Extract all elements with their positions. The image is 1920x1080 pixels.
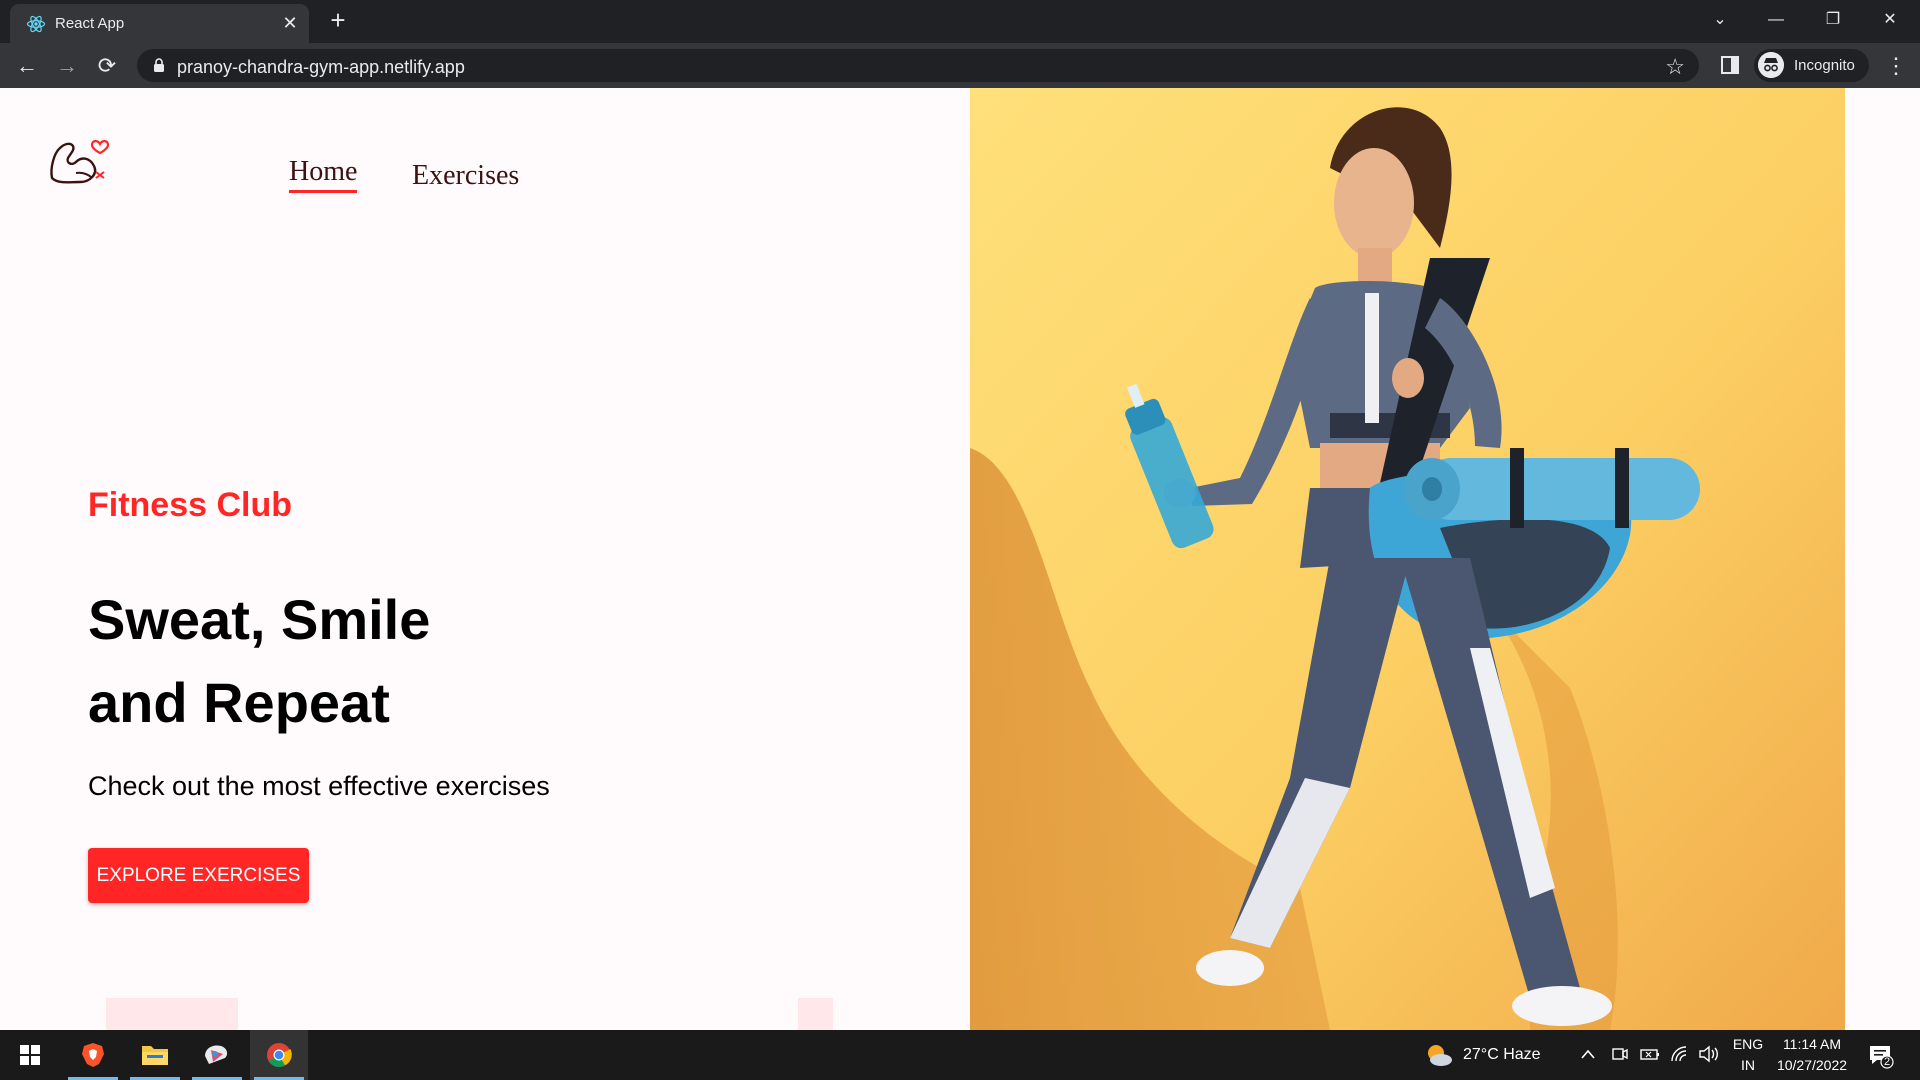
tab-title: React App: [55, 15, 125, 32]
browser-tab[interactable]: React App ✕: [10, 4, 309, 43]
reload-button[interactable]: ⟳: [92, 51, 122, 81]
browser-menu-icon[interactable]: ⋮: [1884, 51, 1908, 81]
incognito-label: Incognito: [1794, 57, 1855, 74]
page-viewport: Home Exercises Fitness Club Sweat, Smile…: [0, 88, 1920, 1030]
decorative-block: [798, 998, 833, 1030]
chevron-up-icon[interactable]: [1580, 1048, 1596, 1060]
taskbar-brave-app[interactable]: [64, 1030, 122, 1080]
browser-toolbar: ← → ⟳ pranoy-chandra-gym-app.netlify.app…: [0, 43, 1920, 88]
taskbar-app[interactable]: [188, 1030, 246, 1080]
close-window-button[interactable]: ✕: [1870, 6, 1910, 34]
taskbar-chrome-app[interactable]: [250, 1030, 308, 1080]
folder-icon: [142, 1046, 168, 1065]
restore-button[interactable]: ❐: [1813, 6, 1853, 34]
nav-home-link[interactable]: Home: [289, 156, 358, 193]
decorative-block: [106, 998, 238, 1030]
hero-title-line2: and Repeat: [88, 671, 390, 734]
keyboard-layout[interactable]: IN: [1730, 1057, 1766, 1073]
nav-exercises-link[interactable]: Exercises: [412, 160, 519, 192]
bookmark-star-icon[interactable]: ☆: [1665, 54, 1685, 80]
new-tab-button[interactable]: +: [325, 7, 351, 34]
back-button[interactable]: ←: [12, 51, 42, 81]
volume-icon[interactable]: [1698, 1045, 1720, 1063]
incognito-profile-button[interactable]: Incognito: [1754, 49, 1869, 82]
hero-banner-image: [970, 88, 1845, 1030]
chrome-icon: [267, 1043, 292, 1068]
weather-text[interactable]: 27°C Haze: [1463, 1046, 1541, 1064]
windows-start-icon[interactable]: [20, 1045, 40, 1065]
forward-button[interactable]: →: [52, 51, 82, 81]
taskbar-file-explorer-app[interactable]: [126, 1030, 184, 1080]
battery-icon[interactable]: [1640, 1045, 1660, 1063]
language-indicator[interactable]: ENG: [1730, 1036, 1766, 1052]
tab-close-icon[interactable]: ✕: [280, 13, 300, 33]
hero-subtitle: Fitness Club: [88, 486, 293, 524]
meet-icon[interactable]: [1612, 1045, 1628, 1063]
minimize-button[interactable]: —: [1756, 6, 1796, 34]
app-icon: [205, 1045, 228, 1064]
explore-exercises-button[interactable]: Explore Exercises: [88, 848, 309, 903]
gym-logo-icon[interactable]: [46, 128, 112, 194]
clock-time[interactable]: 11:14 AM: [1770, 1036, 1854, 1052]
tab-search-icon[interactable]: ⌄: [1700, 6, 1740, 34]
hero-title-line1: Sweat, Smile: [88, 588, 431, 651]
incognito-icon: [1758, 52, 1784, 78]
url-text: pranoy-chandra-gym-app.netlify.app: [177, 57, 465, 77]
address-bar[interactable]: pranoy-chandra-gym-app.netlify.app ☆: [137, 49, 1699, 82]
brave-icon: [82, 1043, 104, 1067]
hero-description: Check out the most effective exercises: [88, 771, 550, 801]
clock-date[interactable]: 10/27/2022: [1770, 1057, 1854, 1073]
windows-taskbar: 27°C Haze ENG IN 11:14 AM 10/27/2022 2: [0, 1030, 1920, 1080]
side-panel-icon[interactable]: [1720, 55, 1740, 75]
wifi-icon[interactable]: [1670, 1045, 1690, 1063]
notification-count: 2: [1883, 1056, 1891, 1068]
hero-title: Sweat, Smile and Repeat: [88, 578, 788, 744]
react-icon: [26, 15, 46, 33]
weather-icon[interactable]: [1425, 1043, 1453, 1067]
browser-tabstrip: React App ✕ + ⌄ — ❐ ✕: [0, 0, 1920, 43]
lock-icon: [154, 58, 164, 72]
page-right-margin: [1845, 88, 1920, 1030]
